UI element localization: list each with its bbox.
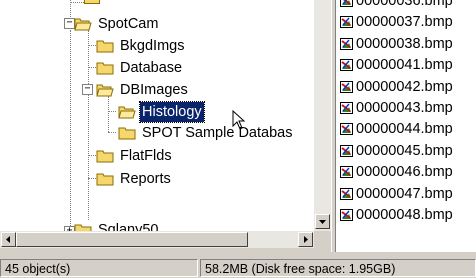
bitmap-file-icon (340, 102, 353, 114)
horizontal-scrollbar[interactable] (0, 231, 331, 248)
tree-line (88, 45, 96, 46)
file-name: 00000048.bmp (356, 207, 453, 223)
tree-line (108, 96, 109, 132)
vertical-scrollbar[interactable] (314, 0, 331, 231)
bitmap-file-icon (340, 37, 353, 50)
bitmap-file-icon (340, 123, 353, 136)
folder-icon (84, 0, 100, 4)
tree-line (88, 155, 96, 156)
tree-item-label: FlatFlds (120, 148, 172, 164)
tree-line (88, 67, 96, 68)
file-name: 00000047.bmp (356, 185, 453, 202)
file-name: 00000042.bmp (356, 78, 453, 95)
tree-line (88, 30, 89, 220)
tree-item-label: Reports (120, 171, 171, 187)
tree-item-label: DBImages (120, 82, 188, 98)
bitmap-file-icon (340, 80, 353, 93)
scrollbar-corner (314, 231, 331, 248)
scroll-down-button[interactable] (315, 214, 330, 229)
tree-item-label: Database (120, 60, 183, 76)
folder-icon (118, 127, 136, 140)
tree-line (70, 30, 71, 230)
folder-icon (96, 150, 114, 163)
arrow-down-icon (319, 220, 326, 224)
tree-line (88, 178, 96, 179)
tree-item-label: Histology (139, 101, 205, 123)
file-name: 00000043.bmp (356, 100, 453, 116)
bitmap-file-icon (340, 144, 353, 157)
tree-item-label: BkgdImgs (120, 38, 185, 54)
file-name: 00000045.bmp (356, 142, 453, 159)
tree-item-label: SpotCam (98, 16, 159, 32)
scroll-left-button[interactable] (1, 232, 16, 247)
tree-item-label: Sqlany50 (98, 222, 159, 231)
status-text: 58.2MB (Disk free space: 1.95GB) (205, 262, 396, 276)
status-disk-info: 58.2MB (Disk free space: 1.95GB) (200, 259, 476, 277)
open-folder-icon (118, 106, 136, 119)
open-folder-icon (96, 84, 114, 97)
bitmap-file-icon (340, 209, 353, 221)
file-name: 00000041.bmp (356, 57, 453, 74)
status-object-count: 45 object(s) (0, 259, 198, 277)
bitmap-file-icon (340, 187, 353, 200)
file-name: 00000036.bmp (356, 0, 453, 9)
bitmap-file-icon (340, 59, 353, 72)
folder-icon (96, 173, 114, 186)
file-list[interactable]: 00000036.bmp 00000037.bmp 00000038.bmp 0000… (336, 0, 476, 252)
file-name: 00000044.bmp (356, 121, 453, 138)
status-text: 45 object(s) (5, 262, 71, 276)
arrow-right-icon (304, 236, 308, 243)
file-name: 00000037.bmp (356, 14, 453, 31)
open-folder-icon (74, 18, 92, 31)
folder-icon (74, 224, 92, 231)
tree-line (108, 132, 116, 133)
tree-item-label: SPOT Sample Databas (142, 125, 293, 141)
folder-icon (96, 40, 114, 53)
collapse-toggle[interactable]: − (82, 84, 93, 95)
scroll-thumb[interactable] (16, 232, 248, 247)
folder-icon (96, 62, 114, 75)
bitmap-file-icon (340, 166, 353, 179)
file-name: 00000046.bmp (356, 164, 453, 181)
tree-line (70, 2, 84, 3)
tree-line (108, 111, 116, 112)
arrow-left-icon (6, 236, 10, 243)
bitmap-file-icon (340, 16, 353, 29)
bitmap-file-icon (340, 0, 353, 7)
scroll-right-button[interactable] (298, 232, 313, 247)
file-name: 00000038.bmp (356, 35, 453, 52)
folder-tree[interactable]: − SpotCam BkgdImgs Database − DBImages H… (0, 0, 331, 231)
